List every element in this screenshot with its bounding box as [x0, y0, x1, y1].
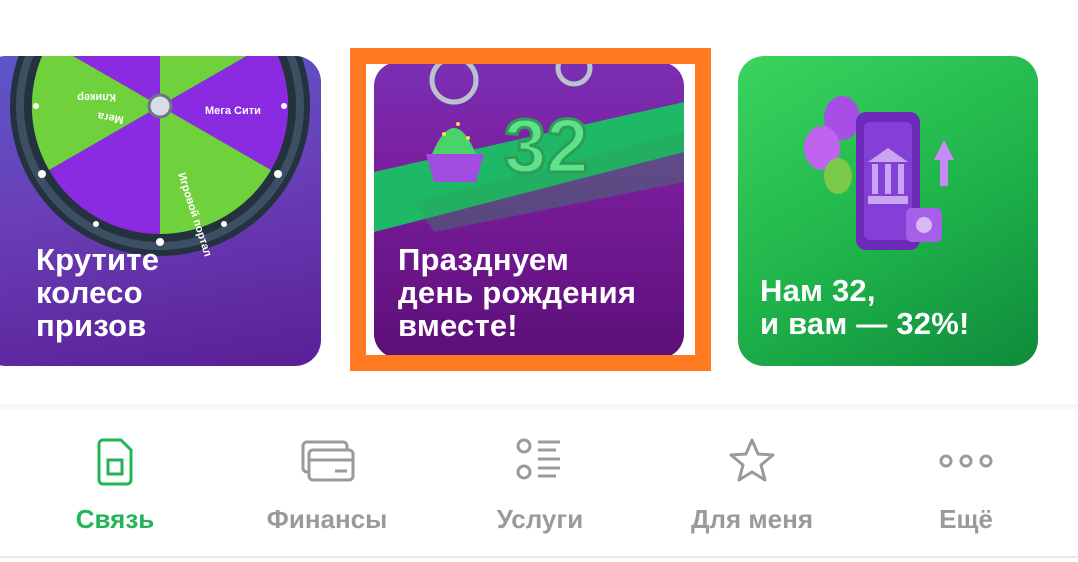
tab-label: Ещё — [939, 504, 993, 534]
tab-dlya-menya[interactable]: Для меня — [670, 410, 834, 562]
birthday-badge-32: 32 — [504, 104, 589, 189]
story-card-promo-32[interactable]: Нам 32, и вам — 32%! — [738, 56, 1038, 366]
tab-label: Связь — [75, 504, 155, 534]
tab-label: Услуги — [496, 504, 584, 534]
stories-carousel: Мега Сити Игровой портал Кликер Мега Кру… — [0, 0, 1078, 400]
story-card-prize-wheel[interactable]: Мега Сити Игровой портал Кликер Мега Кру… — [0, 56, 321, 366]
story-caption: Нам 32, и вам — 32%! — [760, 273, 970, 341]
tab-label: Финансы — [266, 504, 388, 534]
tab-finansy[interactable]: Финансы — [246, 410, 408, 562]
sim-card-icon — [97, 438, 133, 486]
tab-uslugi[interactable]: Услуги — [474, 410, 606, 562]
wheel-label-mega-siti: Мега Сити — [205, 105, 261, 117]
more-dots-icon — [939, 454, 993, 468]
tab-svyaz[interactable]: Связь — [40, 410, 190, 562]
credit-card-icon — [301, 440, 355, 482]
story-caption: Празднуем день рождения вместе! — [398, 242, 637, 343]
bottom-tab-bar: Связь Финансы Услуги Для меня Ещё — [0, 410, 1078, 562]
bottom-divider — [0, 556, 1078, 558]
list-icon — [516, 438, 560, 480]
wheel-label-kliker: Кликер — [77, 91, 116, 103]
star-icon — [729, 438, 775, 482]
story-card-birthday[interactable]: 32 Празднуем день рождения вместе! — [374, 62, 684, 358]
story-caption: Крутите колесо призов — [36, 242, 160, 343]
tab-label: Для меня — [690, 504, 813, 534]
tab-eshche[interactable]: Ещё — [908, 410, 1024, 562]
